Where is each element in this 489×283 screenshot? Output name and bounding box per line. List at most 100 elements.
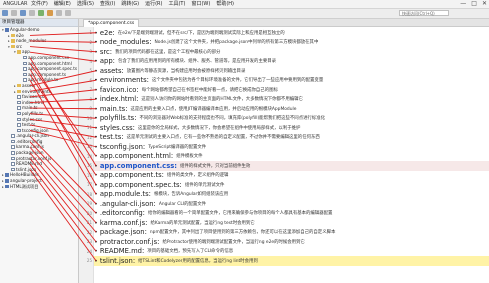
line-description: 在e2e/下是端到端测试，但不在src/下，是因为端到端测试实际上和应用是相互独… [117,30,285,36]
bullet-icon: • [94,85,98,94]
menu-item[interactable]: 运行(R) [144,0,163,8]
tree-node-label: app [22,49,30,55]
line-key: app.component.html: [99,152,174,161]
tree-project[interactable]: ▸ HTML测试项目 [0,184,78,190]
maximize-icon[interactable]: □ [471,0,477,8]
quick-access-input[interactable]: 快速访问(Ctrl+Q) [399,10,449,16]
menu-item[interactable]: 编辑(E) [53,0,72,8]
code-line[interactable]: 9 • main.ts: 这是应用的主要入口点，使用JIT编译器编译本应用，并启动应用… [89,104,489,114]
tree-node-label: protractor.conf.js [16,155,52,161]
line-key: app.module.ts: [99,190,151,199]
menu-item[interactable]: 工具(T) [167,0,186,8]
bullet-icon: • [94,57,98,66]
line-key: app: [99,57,115,66]
file-tree: ▾ Angular-demo ▸ e2e ▸ node_modules ▾ src ▾ app ap… [0,27,78,189]
line-description: TypeScript编译器的配置文件 [148,144,207,150]
toolbar: 快速访问(Ctrl+Q) [0,9,489,19]
tree-node-label: .editorconfig [16,138,43,144]
line-description: 这是别人访问你的网站时看到的主页面的HTML文件，大多数情况下你都不用编辑它 [141,97,303,103]
code-line[interactable]: 19 • .angular-cli.json: Angular CLI的配置文件 [87,199,489,209]
code-line[interactable]: 16 • app.component.ts: 组件的类文件，定义组件的逻辑 [87,171,489,181]
menu-list: 文件(F) 编辑(E) 选择(S) 查找(I) 跳转(G) 运行(R) 工具(T) 窗口(W)… [30,0,235,8]
undo-icon[interactable] [56,10,62,16]
bullet-icon: • [94,247,98,256]
line-key: e2e: [99,28,115,37]
file-icon [11,167,15,172]
menu-item[interactable]: 查找(I) [99,0,116,8]
tree-node-label: HTML测试项目 [10,183,39,189]
menu-item[interactable]: 选择(S) [76,0,95,8]
code-editor[interactable]: 1 • e2e: 在e2e/下是端到端测试，但不在src/下，是因为端到端测试实际上和… [79,27,489,283]
code-line[interactable]: 13 • tsconfig.json: TypeScript编译器的配置文件 [87,142,489,152]
tree-node-label: polyfills.ts [22,110,44,116]
open-icon[interactable] [11,10,17,16]
editor-tab[interactable]: *app.component.css [83,19,140,27]
tree-node-label: e2e [16,32,24,38]
file-icon [23,72,27,77]
code-line[interactable]: 25 • tslint.json: 给TSLint和Codelyzer用的配置信息，当… [87,256,489,266]
code-line[interactable]: 4 • app: 包含了我们的应用用到的所有模块、组件、服务、管道等，是应用开发的主要… [89,57,489,67]
new-file-icon[interactable] [2,10,8,16]
code-line[interactable]: 7 • favicon.ico: 每个网站都希望自己在书签栏中能好看一点，请把它换成你… [89,85,489,95]
menu-item[interactable]: 跳转(G) [120,0,140,8]
code-line[interactable]: 17 • app.component.spec.ts: 组件的单元测试文件 [87,180,489,190]
menu-bar: ANGULAR 文件(F) 编辑(E) 选择(S) 查找(I) 跳转(G) 运行(R) 工具… [0,0,489,9]
line-description: 这里是你的全局样式，大多数情况下，你会希望在组件中使用局部样式，以利于维护 [137,125,301,131]
folder-icon [17,89,21,94]
line-description: 这个文件夹中包括为各个目标环境准备的文件，它们导出了一些应用中要用到的配置变量 [151,78,324,84]
code-line[interactable]: 24 • README.md: 项目的基础文档，预先写入了CLI命令的信息 [87,247,489,257]
folder-icon [17,83,21,88]
line-key: .angular-cli.json: [99,199,156,208]
tree-node-label: node_modules [16,38,47,44]
file-icon [17,123,21,127]
code-line[interactable]: 20 • .editorconfig: 给你的编辑器看的一个简单配置文件，它用来确保参… [87,209,489,219]
code-line[interactable]: 12 • test.ts: 这是单元测试的主要入口点，它有一些你不熟悉的自定义配置，不… [87,133,489,143]
code-line[interactable]: 11 • styles.css: 这里是你的全局样式，大多数情况下，你会希望在组件中使… [87,123,489,133]
code-line[interactable]: 8 • index.html: 这是别人访问你的网站时看到的主页面的HTML文件，大多… [89,95,489,105]
folder-icon [11,44,15,49]
code-line[interactable]: 1 • e2e: 在e2e/下是端到端测试，但不在src/下，是因为端到端测试实际上和… [89,28,489,38]
tree-node-label: README.md [16,161,42,167]
code-line[interactable]: 10 • polyfills.ts: 不同的浏览器对Web标准的支持程度也不同，填充库… [87,114,489,124]
code-line[interactable]: 18 • app.module.ts: 根模块，告诉Angular如何组装该应用 [87,190,489,200]
project-icon [5,184,9,189]
run-icon[interactable] [38,10,44,16]
code-line[interactable]: 14 • app.component.html: 组件模板文件 [87,152,489,162]
code-line[interactable]: 6 • environments: 这个文件夹中包括为各个目标环境准备的文件，它们导出… [89,76,489,86]
tree-node-label: environments [22,88,51,94]
line-key: favicon.ico: [99,85,139,94]
code-line[interactable]: 22 • package.json: npm配置文件，其中列出了项目使用到的第三方依赖… [87,228,489,238]
code-line[interactable]: 3 • src: 我们的项目代码都在这里，是这个工程中最核心的部分 [89,47,489,57]
minimize-icon[interactable]: — [460,0,466,8]
code-line[interactable]: 5 • assets: 放置图片等静态资源，当构建应用时会被原样拷贝到输出目录 [89,66,489,76]
menu-item[interactable]: 窗口(W) [190,0,211,8]
tree-node-label: src [16,43,23,49]
browser-icon[interactable] [47,10,53,16]
menu-item[interactable]: 帮助(H) [215,0,235,8]
line-description: 项目的基础文档，预先写入了CLI命令的信息 [147,249,234,255]
bullet-icon: • [94,28,98,37]
code-line[interactable]: 15 • app.component.css: 组件的样式文件，只对当前组件生效 [87,161,489,171]
tree-node-label: app.component.ts [28,71,67,77]
close-icon[interactable]: ✕ [482,0,487,8]
folder-icon [17,50,21,54]
redo-icon[interactable] [65,10,71,16]
bullet-icon: • [94,123,98,132]
save-all-icon[interactable] [29,10,35,16]
menu-item[interactable]: 文件(F) [30,0,49,8]
save-icon[interactable] [20,10,26,16]
code-line[interactable]: 21 • karma.conf.js: 给Karma的单元测试配置，当运行ng tes… [87,218,489,228]
bullet-icon: • [94,256,98,265]
bullet-icon: • [94,209,98,218]
code-line[interactable]: 23 • protractor.conf.js: 给Protractor使用的端到端测… [87,237,489,247]
bullet-icon: • [94,199,98,208]
line-description: 包含了我们的应用用到的所有模块、组件、服务、管道等，是应用开发的主要目录 [117,59,277,65]
bullet-icon: • [94,142,98,151]
bullet-icon: • [94,218,98,227]
file-icon [23,55,27,60]
bullet-icon: • [94,76,98,85]
window-controls: — □ ✕ [460,0,487,8]
code-line[interactable]: 2 • node_modules: Node.js创建了这个文件夹，并把package… [89,38,489,48]
tree-node-label: app.component.spec.ts [28,66,78,72]
line-key: app.component.ts: [99,171,164,180]
